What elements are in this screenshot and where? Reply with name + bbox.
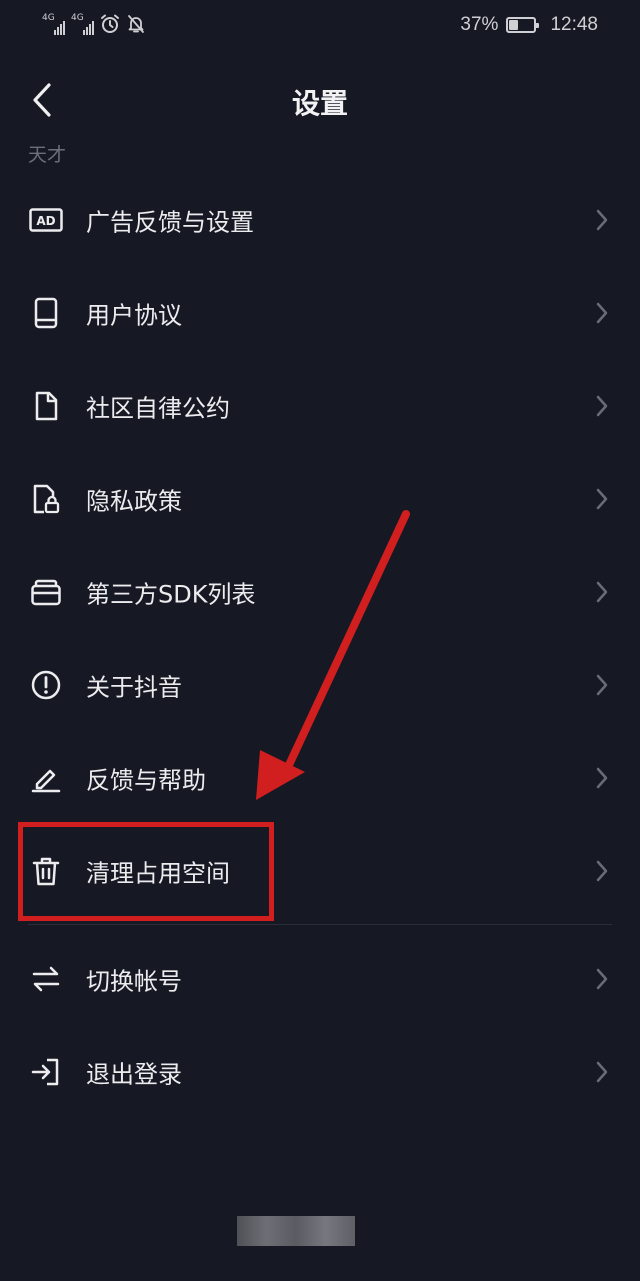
info-circle-icon	[28, 667, 64, 703]
chevron-right-icon	[596, 1061, 608, 1082]
signal-icon-2: 4G	[71, 13, 94, 35]
menu-item-label: 关于抖音	[86, 673, 182, 701]
menu-item-about[interactable]: 关于抖音	[0, 638, 640, 731]
status-right: 37% 12:48	[460, 14, 598, 36]
menu-item-switch-account[interactable]: 切换帐号	[0, 932, 640, 1025]
clock: 12:48	[550, 14, 598, 35]
menu-item-label: 社区自律公约	[86, 394, 230, 422]
wallet-icon	[28, 574, 64, 610]
menu-item-community-guidelines[interactable]: 社区自律公约	[0, 359, 640, 452]
battery-percent: 37%	[460, 14, 499, 35]
section-divider	[28, 924, 612, 925]
chevron-right-icon	[596, 581, 608, 602]
ad-icon: AD	[28, 202, 64, 238]
alarm-icon	[101, 14, 119, 33]
chevron-right-icon	[596, 674, 608, 695]
home-indicator[interactable]	[237, 1216, 355, 1246]
page-title: 设置	[291, 87, 348, 120]
header: 设置	[0, 70, 640, 130]
menu-item-label: 隐私政策	[86, 487, 182, 515]
network-type-1: 4G	[42, 13, 55, 23]
chevron-right-icon	[596, 860, 608, 881]
menu-item-label: 广告反馈与设置	[86, 208, 254, 236]
privacy-lock-icon	[28, 481, 64, 517]
menu-item-clear-storage[interactable]: 清理占用空间	[0, 824, 640, 917]
status-bar: 4G 4G 37% 12:48	[0, 0, 640, 52]
menu-item-feedback-help[interactable]: 反馈与帮助	[0, 731, 640, 824]
battery-icon	[506, 17, 540, 33]
menu-item-label: 用户协议	[86, 301, 182, 329]
document-icon	[28, 388, 64, 424]
mute-bell-icon	[128, 15, 144, 33]
logout-icon	[28, 1054, 64, 1090]
book-icon	[28, 295, 64, 331]
section-label: 天才	[28, 144, 67, 166]
menu-item-privacy-policy[interactable]: 隐私政策	[0, 452, 640, 545]
chevron-right-icon	[596, 488, 608, 509]
menu-item-third-party-sdk[interactable]: 第三方SDK列表	[0, 545, 640, 638]
chevron-right-icon	[596, 767, 608, 788]
trash-icon	[28, 853, 64, 889]
signal-icon: 4G	[42, 13, 65, 35]
svg-text:AD: AD	[36, 214, 55, 228]
menu-item-label: 退出登录	[86, 1060, 182, 1088]
pen-icon	[28, 760, 64, 796]
menu-item-logout[interactable]: 退出登录	[0, 1025, 640, 1118]
network-type-2: 4G	[71, 13, 84, 23]
chevron-right-icon	[596, 302, 608, 323]
switch-arrows-icon	[28, 961, 64, 997]
status-left: 4G 4G	[42, 13, 146, 35]
menu-item-ad-settings[interactable]: AD 广告反馈与设置	[0, 173, 640, 266]
menu-item-label: 切换帐号	[86, 967, 182, 995]
menu-item-label: 清理占用空间	[86, 859, 230, 887]
chevron-right-icon	[596, 968, 608, 989]
menu-item-label: 第三方SDK列表	[86, 580, 256, 608]
menu-item-user-agreement[interactable]: 用户协议	[0, 266, 640, 359]
menu-item-label: 反馈与帮助	[86, 766, 206, 794]
chevron-right-icon	[596, 209, 608, 230]
chevron-right-icon	[596, 395, 608, 416]
